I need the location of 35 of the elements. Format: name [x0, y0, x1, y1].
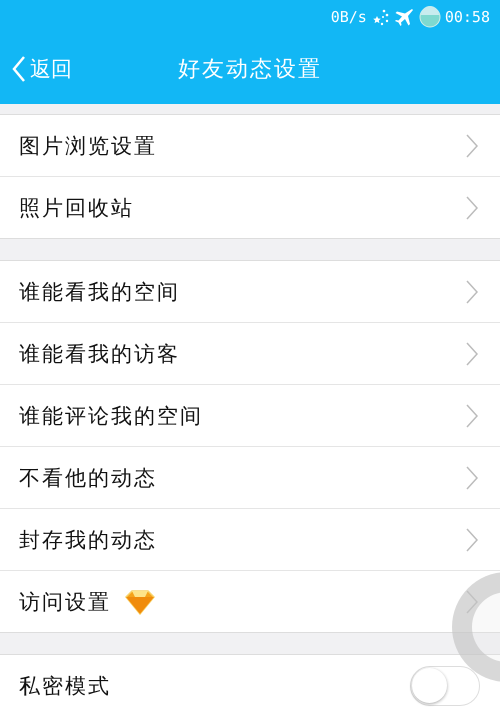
settings-row[interactable]: 谁能看我的访客	[0, 322, 500, 384]
chevron-icon	[466, 280, 478, 304]
page-title: 好友动态设置	[178, 56, 322, 84]
battery-icon	[418, 6, 441, 28]
settings-row[interactable]: 私密模式	[0, 655, 500, 711]
settings-row[interactable]: 封存我的动态	[0, 508, 500, 570]
toggle-switch[interactable]	[410, 666, 480, 706]
settings-row[interactable]: 谁能评论我的空间	[0, 384, 500, 446]
network-speed: 0B/s	[330, 8, 367, 26]
settings-row[interactable]: 图片浏览设置	[0, 115, 500, 176]
diamond-icon	[125, 588, 155, 614]
chevron-icon	[466, 528, 478, 552]
chevron-icon	[466, 134, 478, 158]
row-label: 私密模式	[19, 672, 111, 700]
settings-row[interactable]: 照片回收站	[0, 176, 500, 238]
chevron-icon	[466, 404, 478, 428]
chevron-icon	[466, 342, 478, 366]
settings-row[interactable]: 谁能看我的空间	[0, 261, 500, 322]
settings-row[interactable]: 不看他的动态	[0, 446, 500, 508]
row-label: 封存我的动态	[19, 526, 157, 554]
row-label: 照片回收站	[19, 194, 134, 222]
row-label: 谁能评论我的空间	[19, 402, 203, 430]
back-icon	[12, 55, 26, 83]
row-label: 图片浏览设置	[19, 132, 157, 160]
row-label: 谁能看我的访客	[19, 340, 180, 368]
clock: 00:58	[444, 8, 490, 26]
airplane-icon	[394, 7, 415, 27]
row-label: 访问设置	[19, 588, 111, 616]
row-label: 不看他的动态	[19, 464, 157, 492]
chevron-icon	[466, 466, 478, 490]
sparkle-icon	[370, 7, 391, 27]
chevron-icon	[466, 590, 478, 614]
chevron-icon	[466, 196, 478, 220]
settings-row[interactable]: 访问设置	[0, 570, 500, 632]
row-label: 谁能看我的空间	[19, 278, 180, 306]
